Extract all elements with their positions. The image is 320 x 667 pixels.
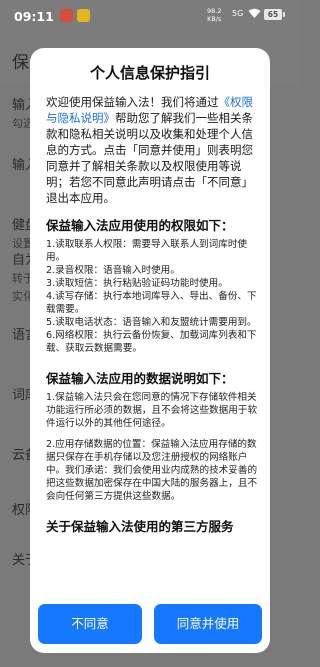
signal-icon: 5G (232, 9, 244, 18)
permission-item: 6.网络权限：执行云备份恢复、加载词库列表和下载、获取云数据需要。 (46, 330, 257, 354)
notification-app-icon (60, 9, 73, 22)
third-party-section-title: 关于保益输入法使用的第三方服务 (46, 519, 234, 534)
permissions-section-title: 保益输入法应用使用的权限如下： (46, 218, 234, 233)
permission-item: 1.读取联系人权限：需要导入联系人到词库时使用。 (46, 239, 248, 263)
intro-prefix: 欢迎使用保益输入法！我们将通过 (46, 95, 219, 109)
data-item: 2.应用存储数据的位置：保益输入法应用存储的数据只保存在手机存储以及您注册授权的… (46, 439, 258, 502)
data-item: 1.保益输入法只会在您同意的情况下存储软件相关功能运行所必须的数据，且不会将这些… (46, 392, 258, 429)
dialog-scroll-content[interactable]: 欢迎使用保益输入法！我们将通过《权限与隐私说明》帮助您了解我们一些相关条款和隐私… (46, 94, 258, 590)
permission-item: 5.读取电话状态：语音输入和友盟统计需要用到。 (46, 317, 257, 328)
dialog-button-row: 不同意 同意并使用 (30, 604, 270, 644)
net-speed-value: 98.2 (207, 7, 222, 15)
net-speed-unit: KB/s (207, 15, 222, 23)
dialog-title: 个人信息保护指引 (89, 64, 210, 82)
reject-button[interactable]: 不同意 (38, 604, 142, 644)
battery-icon: 65 (264, 9, 285, 20)
notification-app-icon-2 (77, 9, 90, 22)
privacy-dialog: 个人信息保护指引 欢迎使用保益输入法！我们将通过《权限与隐私说明》帮助您了解我们… (30, 48, 270, 653)
wifi-icon (248, 8, 261, 22)
data-section-title: 保益输入法应用的数据说明如下： (46, 371, 234, 386)
status-time: 09:11 (14, 9, 54, 24)
permission-item: 4.读写存储：执行本地词库导入、导出、备份、下载需要。 (46, 291, 257, 315)
net-speed: 98.2 KB/s (207, 7, 221, 23)
permission-item: 2.录音权限：语音输入时使用。 (46, 265, 180, 276)
permission-item: 3.读取短信：执行粘贴验证码功能时使用。 (46, 278, 228, 289)
accept-button[interactable]: 同意并使用 (154, 604, 262, 644)
intro-paragraph: 欢迎使用保益输入法！我们将通过《权限与隐私说明》帮助您了解我们一些相关条款和隐私… (46, 94, 258, 206)
intro-suffix: 帮助您了解我们一些相关条款和隐私相关说明以及收集和处理个人信息的方式。点击「同意… (46, 111, 253, 205)
status-bar: 09:11 98.2 KB/s 5G 65 (0, 0, 300, 34)
